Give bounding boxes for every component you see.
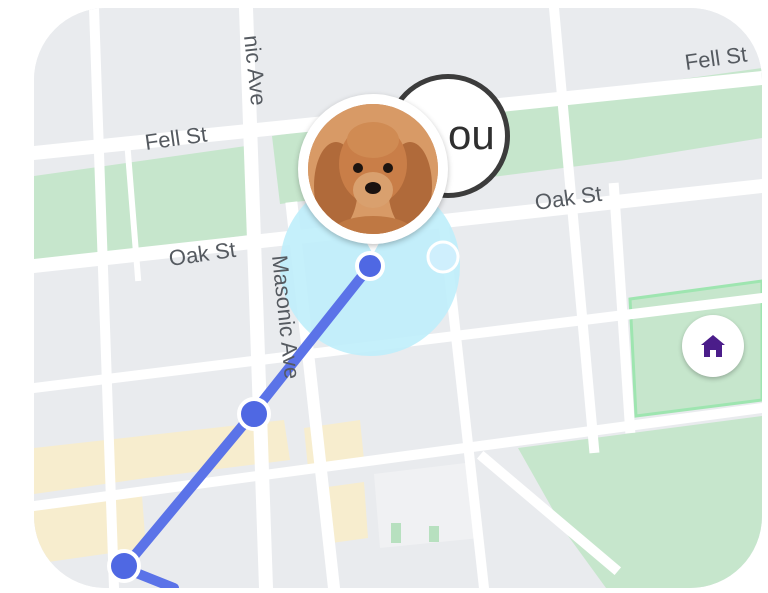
route-waypoint <box>237 397 271 431</box>
dog-photo-icon <box>308 104 438 234</box>
map-view[interactable]: Fell St Fell St Oak St Oak St nic Ave Ma… <box>34 8 762 588</box>
pet-location-pin[interactable] <box>298 94 448 264</box>
route-waypoint <box>107 549 141 583</box>
you-label: ou <box>448 111 495 158</box>
home-button[interactable] <box>682 315 744 377</box>
home-icon <box>701 335 725 357</box>
